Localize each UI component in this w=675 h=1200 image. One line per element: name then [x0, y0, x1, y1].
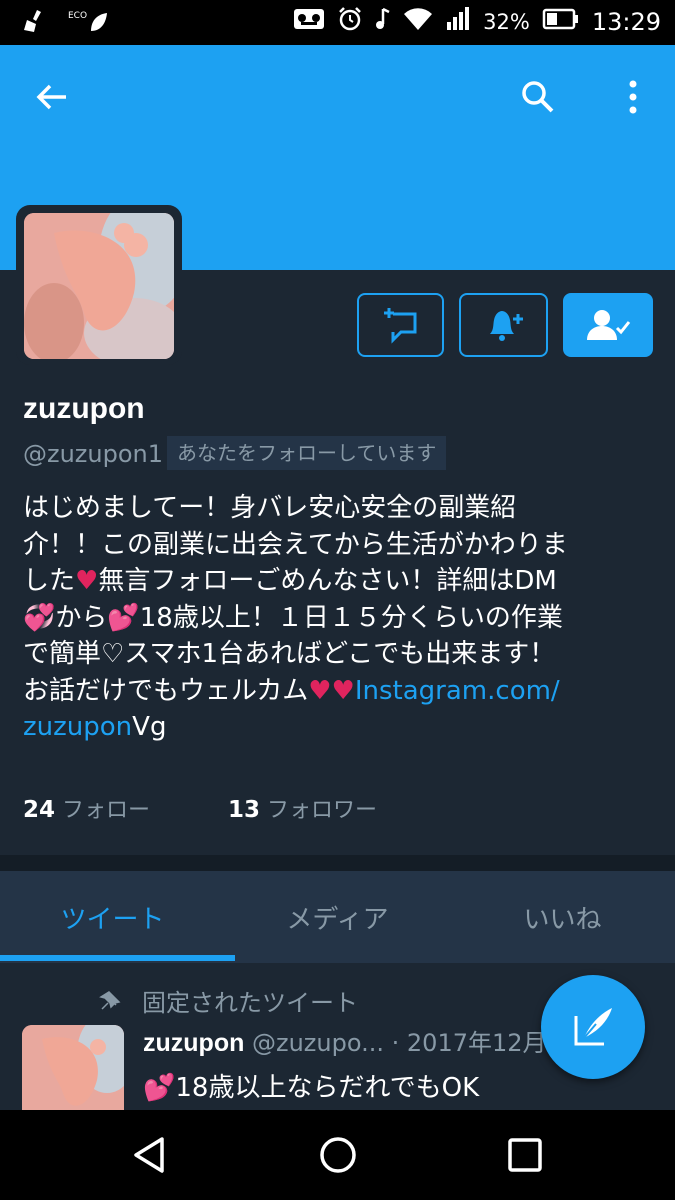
- following-count: 24: [23, 797, 56, 823]
- tweet-text: 💕18歳以上ならだれでもOK: [143, 1067, 479, 1104]
- battery-icon: [542, 6, 580, 38]
- section-divider: [0, 855, 675, 871]
- search-icon: [522, 81, 554, 113]
- bio-line: 無言フォローごめんなさい！詳細はDM: [98, 566, 557, 596]
- hearts-emoji: 💕: [143, 1073, 176, 1103]
- square-recents-icon: [508, 1138, 542, 1172]
- tweet-author-name: zuzupon: [143, 1029, 245, 1057]
- followers-label: フォロワー: [267, 798, 378, 823]
- bell-plus-icon: [489, 311, 523, 341]
- back-button[interactable]: [22, 67, 82, 127]
- eco-label: ECO: [68, 10, 88, 21]
- profile-avatar[interactable]: [16, 205, 182, 365]
- compose-quill-icon: [574, 1008, 612, 1046]
- pinned-indicator: 固定されたツイート: [98, 983, 358, 1018]
- tweet-author-handle: @zuzupo...: [252, 1029, 384, 1057]
- bio-line: 介！！この副業に出会えてから生活がかわりま: [23, 529, 568, 560]
- broom-icon: [22, 8, 48, 37]
- recents-nav-button[interactable]: [505, 1135, 545, 1175]
- notifications-button[interactable]: [459, 293, 548, 357]
- heart-emoji: ♥: [75, 566, 99, 596]
- home-nav-button[interactable]: [318, 1135, 358, 1175]
- bio-line: Vg: [132, 712, 167, 742]
- wifi-icon: [403, 6, 433, 38]
- following-stat[interactable]: 24 フォロー: [23, 792, 150, 824]
- followers-stat[interactable]: 13 フォロワー: [228, 792, 377, 824]
- tab-likes[interactable]: いいね: [450, 871, 675, 963]
- clock-time: 13:29: [591, 8, 661, 36]
- display-name: zuzupon: [23, 392, 145, 425]
- message-button[interactable]: [357, 293, 444, 357]
- direct-message-icon: [383, 308, 416, 344]
- alarm-icon: [337, 6, 363, 38]
- more-options-button[interactable]: [603, 67, 663, 127]
- compose-tweet-button[interactable]: [541, 975, 645, 1079]
- back-nav-button[interactable]: [130, 1135, 170, 1175]
- follow-stats: 24 フォロー 13 フォロワー: [23, 792, 377, 824]
- hearts-emoji: 💕: [107, 602, 140, 633]
- tweet-body: 18歳以上ならだれでもOK: [175, 1073, 480, 1103]
- back-arrow-icon: [36, 84, 66, 110]
- eco-leaf-icon: ECO: [68, 11, 109, 35]
- android-nav-bar: [0, 1110, 675, 1200]
- tweet-date: · 2017年12月: [391, 1029, 547, 1057]
- music-note-icon: [375, 6, 391, 38]
- pin-icon: [99, 990, 121, 1010]
- voicemail-icon: [293, 6, 325, 38]
- active-tab-indicator: [0, 955, 235, 961]
- followers-count: 13: [228, 797, 261, 823]
- following-button[interactable]: [563, 293, 653, 357]
- bio-line: から: [55, 602, 108, 633]
- battery-percent: 32%: [483, 10, 530, 34]
- bio-link[interactable]: Instagram.com/: [355, 676, 560, 706]
- profile-bio: はじめましてー！身バレ安心安全の副業紹 介！！この副業に出会えてから生活がかわり…: [23, 490, 638, 746]
- user-handle: @zuzupon1: [23, 440, 164, 468]
- hearts-emoji: ♥♥: [308, 675, 355, 706]
- hearts-emoji: 💞: [23, 602, 56, 633]
- triangle-back-icon: [134, 1137, 164, 1173]
- bio-line: はじめましてー！身バレ安心安全の副業紹: [23, 493, 517, 523]
- status-bar: ECO 32% 13:29: [0, 0, 675, 45]
- search-button[interactable]: [508, 67, 568, 127]
- follows-you-badge: あなたをフォローしています: [167, 436, 447, 470]
- avatar-image: [24, 213, 174, 359]
- pinned-label: 固定されたツイート: [142, 989, 358, 1017]
- bio-line: お話だけでもウェルカム: [23, 675, 309, 706]
- bio-line: で簡単♡スマホ1台あればどこでも出来ます！: [23, 639, 556, 669]
- person-check-icon: [587, 310, 631, 340]
- circle-home-icon: [320, 1137, 356, 1173]
- bio-line: した: [23, 566, 76, 596]
- tweet-avatar[interactable]: [22, 1025, 124, 1110]
- signal-icon: [445, 6, 471, 38]
- bio-line: 18歳以上！１日１５分くらいの作業: [139, 602, 563, 633]
- tweet-header: zuzupon @zuzupo... · 2017年12月: [143, 1023, 547, 1058]
- tab-media[interactable]: メディア: [225, 871, 450, 963]
- profile-tabs: ツイート メディア いいね: [0, 871, 675, 963]
- more-vert-icon: [629, 80, 637, 114]
- following-label: フォロー: [62, 798, 151, 823]
- tab-tweets[interactable]: ツイート: [0, 871, 225, 963]
- bio-link[interactable]: zuzupon: [23, 712, 132, 742]
